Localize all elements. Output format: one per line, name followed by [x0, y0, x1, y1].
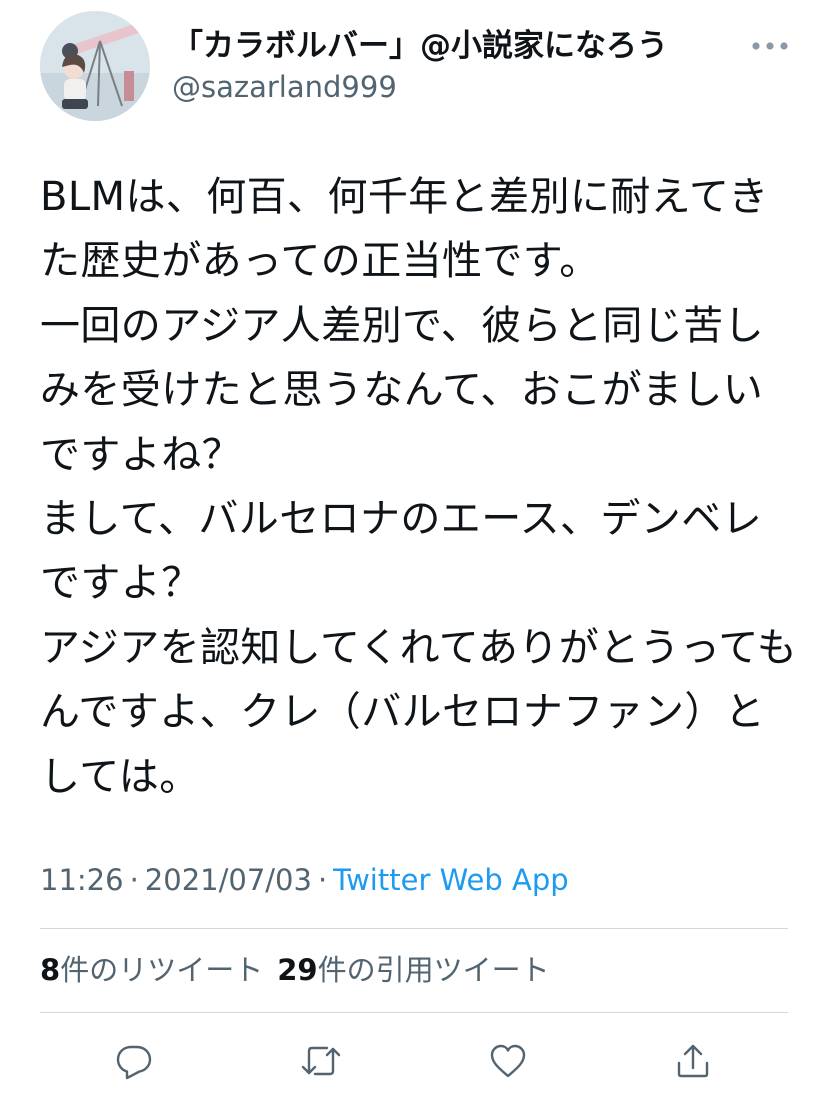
retweets-stat[interactable]: 8件のリツイート: [40, 953, 263, 987]
tweet-time[interactable]: 11:26: [40, 863, 124, 897]
tweet-stats: 8件のリツイート 29件の引用ツイート: [40, 950, 550, 990]
avatar-illustration: [40, 11, 150, 121]
reply-icon: [116, 1045, 152, 1080]
quotes-label: 件の引用ツイート: [317, 953, 550, 987]
quotes-stat[interactable]: 29件の引用ツイート: [277, 953, 549, 987]
author-handle[interactable]: @sazarland999: [172, 68, 397, 106]
author-display-name[interactable]: 「カラボルバー」@小説家になろう: [172, 26, 668, 66]
tweet-text: BLMは、何百、何千年と差別に耐えてきた歴史があっての正当性です。 一回のアジア…: [40, 174, 798, 800]
separator: ·: [317, 863, 328, 897]
retweet-button[interactable]: [294, 1034, 348, 1088]
retweets-count: 8: [40, 953, 61, 987]
tweet-actions: [0, 1034, 828, 1088]
like-button[interactable]: [481, 1034, 535, 1088]
avatar[interactable]: [40, 11, 150, 121]
share-icon: [677, 1044, 709, 1078]
retweet-icon: [301, 1046, 341, 1076]
tweet-date[interactable]: 2021/07/03: [145, 863, 312, 897]
tweet-timestamp-row: 11:26 · 2021/07/03 · Twitter Web App: [40, 860, 569, 900]
divider: [40, 928, 788, 929]
separator: ·: [129, 863, 139, 897]
divider: [40, 1012, 788, 1013]
quotes-count: 29: [277, 953, 318, 987]
more-dots-icon: [752, 42, 788, 50]
retweets-label: 件のリツイート: [60, 953, 264, 987]
share-button[interactable]: [666, 1034, 720, 1088]
reply-button[interactable]: [107, 1034, 161, 1088]
heart-icon: [490, 1044, 526, 1078]
tweet-source-link[interactable]: Twitter Web App: [333, 863, 569, 897]
more-options-button[interactable]: [748, 28, 792, 64]
